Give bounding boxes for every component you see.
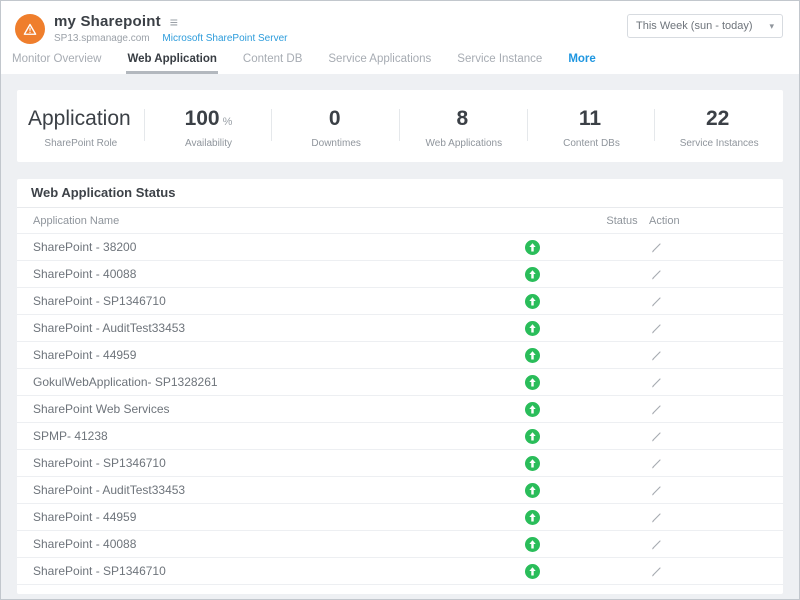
status-up-arrow-circle-icon <box>525 240 540 255</box>
app-window: my Sharepoint ≡ SP13.spmanage.com Micros… <box>0 0 800 600</box>
table-row: GokulWebApplication- SP1328261 <box>17 369 783 396</box>
tab-monitor-overview[interactable]: Monitor Overview <box>11 53 102 74</box>
table-row: SPMP- 41238 <box>17 423 783 450</box>
status-up-arrow-circle-icon <box>525 402 540 417</box>
stat-value: 8 <box>456 107 468 131</box>
edit-pencil-icon[interactable] <box>649 402 663 416</box>
stat-value: 0 <box>329 107 341 131</box>
table-row: SharePoint - 40088 <box>17 261 783 288</box>
edit-pencil-icon[interactable] <box>649 267 663 281</box>
table-header-row: Application Name Status Action <box>17 208 783 234</box>
edit-pencil-icon[interactable] <box>649 375 663 389</box>
application-name: SharePoint - SP1346710 <box>31 294 512 308</box>
stat-content-dbs: 11 Content DBs <box>528 90 656 162</box>
status-up-arrow-circle-icon <box>525 267 540 282</box>
hamburger-menu-icon[interactable]: ≡ <box>170 15 178 29</box>
summary-stats-card: Application SharePoint Role 100 % Availa… <box>17 90 783 162</box>
table-row: SharePoint - SP1346710 <box>17 288 783 315</box>
stat-unit: % <box>223 116 233 128</box>
monitor-status-icon <box>15 14 45 44</box>
table-row: SharePoint - SP1346710 <box>17 450 783 477</box>
column-header-status: Status <box>597 215 647 227</box>
table-row: SharePoint - 40088 <box>17 531 783 558</box>
table-row: SharePoint - 44959 <box>17 504 783 531</box>
stat-label: SharePoint Role <box>44 138 117 149</box>
header-block: my Sharepoint ≡ SP13.spmanage.com Micros… <box>1 1 799 74</box>
time-range-value: This Week (sun - today) <box>636 20 753 32</box>
edit-pencil-icon[interactable] <box>649 348 663 362</box>
stat-availability: 100 % Availability <box>145 90 273 162</box>
stat-label: Content DBs <box>563 138 620 149</box>
tab-service-applications[interactable]: Service Applications <box>327 53 432 74</box>
status-up-arrow-circle-icon <box>525 321 540 336</box>
web-application-status-card: Web Application Status Application Name … <box>17 179 783 594</box>
column-header-application-name: Application Name <box>31 215 512 227</box>
application-name: SharePoint - SP1346710 <box>31 456 512 470</box>
monitor-brand: my Sharepoint ≡ SP13.spmanage.com Micros… <box>15 13 287 44</box>
stat-label: Availability <box>185 138 232 149</box>
table-row: SharePoint - AuditTest33453 <box>17 477 783 504</box>
tab-bar: Monitor Overview Web Application Content… <box>1 51 799 74</box>
brand-text: my Sharepoint ≡ SP13.spmanage.com Micros… <box>54 13 287 44</box>
table-title: Web Application Status <box>17 179 783 208</box>
application-name: SharePoint Web Services <box>31 402 512 416</box>
status-up-arrow-circle-icon <box>525 537 540 552</box>
table-row: SharePoint - AuditTest33453 <box>17 315 783 342</box>
edit-pencil-icon[interactable] <box>649 483 663 497</box>
application-name: SPMP- 41238 <box>31 429 512 443</box>
tab-web-application[interactable]: Web Application <box>126 53 217 74</box>
edit-pencil-icon[interactable] <box>649 564 663 578</box>
edit-pencil-icon[interactable] <box>649 321 663 335</box>
stat-web-applications: 8 Web Applications <box>400 90 528 162</box>
application-name: SharePoint - AuditTest33453 <box>31 321 512 335</box>
stat-label: Web Applications <box>426 138 503 149</box>
edit-pencil-icon[interactable] <box>649 429 663 443</box>
application-name: GokulWebApplication- SP1328261 <box>31 375 512 389</box>
stat-sharepoint-role: Application SharePoint Role <box>17 90 145 162</box>
edit-pencil-icon[interactable] <box>649 510 663 524</box>
time-range-select[interactable]: This Week (sun - today) ▾ <box>627 14 783 38</box>
stat-downtimes: 0 Downtimes <box>272 90 400 162</box>
table-row: SharePoint - 44959 <box>17 342 783 369</box>
table-row: SharePoint Web Services <box>17 396 783 423</box>
table-row: SharePoint - 38200 <box>17 234 783 261</box>
application-name: SharePoint - AuditTest33453 <box>31 483 512 497</box>
table-body: SharePoint - 38200 <box>17 234 783 585</box>
status-up-arrow-circle-icon <box>525 294 540 309</box>
edit-pencil-icon[interactable] <box>649 294 663 308</box>
application-name: SharePoint - 40088 <box>31 537 512 551</box>
tab-content-db[interactable]: Content DB <box>242 53 303 74</box>
stat-label: Service Instances <box>680 138 759 149</box>
column-header-action: Action <box>647 215 707 227</box>
status-up-arrow-circle-icon <box>525 375 540 390</box>
edit-pencil-icon[interactable] <box>649 456 663 470</box>
application-name: SharePoint - 44959 <box>31 510 512 524</box>
edit-pencil-icon[interactable] <box>649 537 663 551</box>
tab-more[interactable]: More <box>567 53 596 74</box>
host-name: SP13.spmanage.com <box>54 33 150 44</box>
status-up-arrow-circle-icon <box>525 456 540 471</box>
edit-pencil-icon[interactable] <box>649 240 663 254</box>
stat-value: 100 <box>185 107 220 131</box>
topbar: my Sharepoint ≡ SP13.spmanage.com Micros… <box>1 1 799 51</box>
page-title: my Sharepoint <box>54 13 161 30</box>
application-name: SharePoint - 40088 <box>31 267 512 281</box>
chevron-down-icon: ▾ <box>769 21 774 32</box>
table-row: SharePoint - SP1346710 <box>17 558 783 585</box>
application-name: SharePoint - 44959 <box>31 348 512 362</box>
status-up-arrow-circle-icon <box>525 510 540 525</box>
stat-label: Downtimes <box>311 138 360 149</box>
stat-value: 11 <box>579 107 601 131</box>
server-type-link[interactable]: Microsoft SharePoint Server <box>162 33 287 44</box>
status-up-arrow-circle-icon <box>525 348 540 363</box>
application-name: SharePoint - SP1346710 <box>31 564 512 578</box>
stat-value: Application <box>28 107 131 131</box>
status-up-arrow-circle-icon <box>525 564 540 579</box>
tab-service-instance[interactable]: Service Instance <box>456 53 543 74</box>
status-up-arrow-circle-icon <box>525 483 540 498</box>
stat-value: 22 <box>706 107 729 131</box>
status-up-arrow-circle-icon <box>525 429 540 444</box>
stat-service-instances: 22 Service Instances <box>655 90 783 162</box>
application-name: SharePoint - 38200 <box>31 240 512 254</box>
